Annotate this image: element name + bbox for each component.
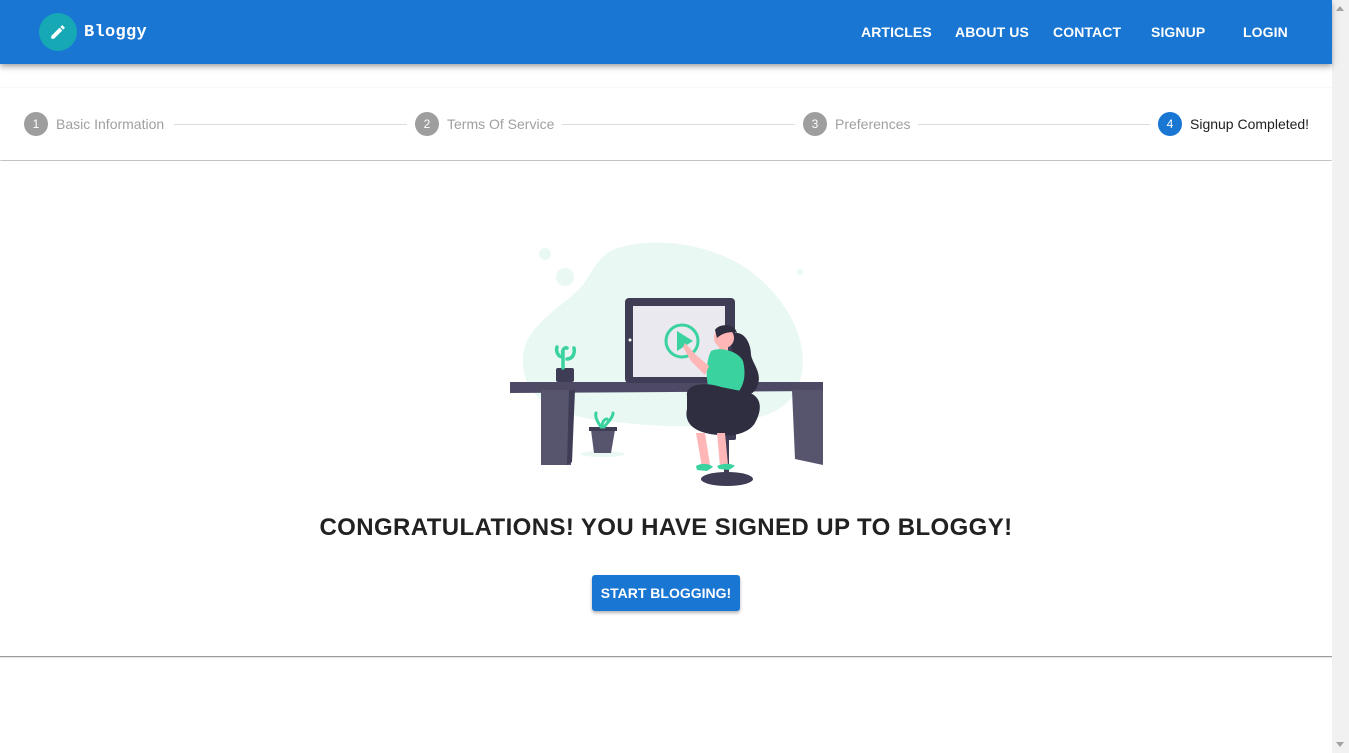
step-label: Signup Completed! — [1190, 116, 1310, 132]
signup-complete-illustration — [510, 242, 823, 486]
nav-about-us[interactable]: ABOUT US — [955, 14, 1029, 50]
signup-stepper: 1 Basic Information 2 Terms Of Service 3… — [0, 88, 1332, 160]
app-bar: Bloggy ARTICLES ABOUT US CONTACT SIGNUP … — [0, 0, 1332, 64]
brand-name: Bloggy — [84, 22, 148, 42]
nav-signup[interactable]: SIGNUP — [1151, 14, 1205, 50]
brand[interactable]: Bloggy — [39, 13, 147, 51]
page-scrollbar[interactable] — [1332, 0, 1349, 753]
start-blogging-button[interactable]: START BLOGGING! — [592, 575, 740, 611]
step-number: 2 — [415, 112, 439, 136]
step-number: 3 — [803, 112, 827, 136]
scroll-down-icon[interactable] — [1336, 742, 1344, 747]
congratulations-message: CONGRATULATIONS! YOU HAVE SIGNED UP TO B… — [319, 514, 1013, 541]
pencil-icon — [39, 13, 77, 51]
nav-contact[interactable]: CONTACT — [1053, 14, 1121, 50]
step-terms-of-service[interactable]: 2 Terms Of Service — [415, 112, 554, 136]
step-preferences[interactable]: 3 Preferences — [803, 112, 910, 136]
nav-login[interactable]: LOGIN — [1243, 14, 1288, 50]
step-signup-completed[interactable]: 4 Signup Completed! — [1158, 112, 1309, 136]
step-divider — [918, 124, 1150, 125]
step-label: Preferences — [835, 116, 911, 132]
nav-articles[interactable]: ARTICLES — [861, 14, 932, 50]
scroll-up-icon[interactable] — [1336, 6, 1344, 11]
completion-panel: CONGRATULATIONS! YOU HAVE SIGNED UP TO B… — [0, 161, 1332, 657]
step-divider — [562, 124, 795, 125]
step-divider — [174, 124, 407, 125]
step-label: Basic Information — [56, 116, 165, 132]
step-number: 1 — [24, 112, 48, 136]
page: Bloggy ARTICLES ABOUT US CONTACT SIGNUP … — [0, 0, 1349, 753]
step-label: Terms Of Service — [447, 116, 555, 132]
step-number: 4 — [1158, 112, 1182, 136]
step-basic-information[interactable]: 1 Basic Information — [24, 112, 164, 136]
